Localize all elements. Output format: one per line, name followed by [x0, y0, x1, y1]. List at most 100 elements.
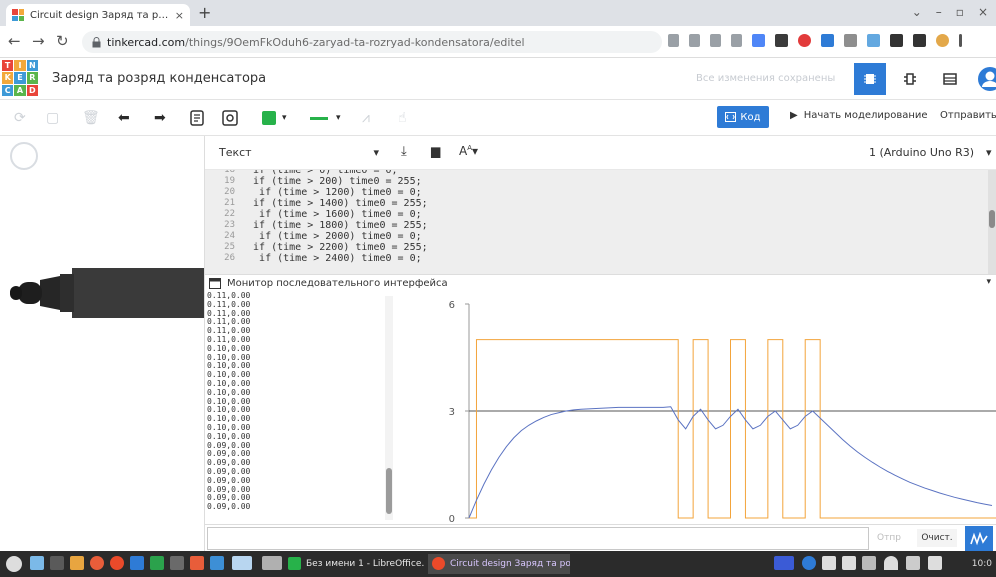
calc-icon[interactable] — [150, 556, 164, 570]
translate-icon[interactable] — [668, 34, 679, 47]
project-title[interactable]: Заряд та розряд конденсатора — [52, 71, 266, 86]
share-icon[interactable] — [710, 34, 721, 47]
close-tab-icon[interactable]: × — [175, 9, 184, 22]
code-editor[interactable]: 18 if (time > 0) time0 = 0; 19 if (time >… — [205, 170, 996, 274]
board-select[interactable]: 1 (Arduino Uno R3) ▾ — [869, 146, 992, 159]
chevron-down-icon[interactable]: ▾ — [986, 277, 991, 287]
tab-search-icon[interactable]: ⌄ — [912, 5, 922, 19]
sidebar-icon[interactable] — [913, 34, 926, 47]
library-icon[interactable]: ▆ — [431, 144, 440, 158]
taskbar-window-title: Без имени 1 - LibreOffice… — [306, 559, 424, 569]
app-icon[interactable] — [210, 556, 224, 570]
extension-icon[interactable] — [798, 34, 811, 47]
extension-icon[interactable] — [775, 34, 788, 47]
zoom-icon[interactable] — [689, 34, 700, 47]
rotate-icon[interactable]: ⟳ — [14, 108, 26, 128]
graph-toggle-icon[interactable] — [965, 526, 993, 551]
serial-log-scrollbar[interactable] — [385, 296, 393, 520]
undo-icon[interactable]: ⬅ — [118, 108, 130, 128]
extension-icon[interactable] — [821, 34, 834, 47]
wifi-icon[interactable] — [884, 556, 898, 570]
app-tray-icon[interactable] — [802, 556, 816, 570]
tinkercad-logo[interactable]: T I N K E R C A D — [2, 60, 38, 96]
inspector-icon[interactable] — [222, 108, 238, 128]
settings-icon[interactable] — [170, 556, 184, 570]
url-input[interactable]: tinkercad.com/things/9OemFkOduh6-zaryad-… — [82, 31, 662, 53]
notes-icon[interactable] — [190, 108, 204, 128]
code-button[interactable]: Код — [717, 106, 769, 128]
back-arrow-icon[interactable]: ← — [8, 32, 21, 50]
network-icon[interactable] — [906, 556, 920, 570]
schematic-view-icon[interactable] — [894, 63, 926, 95]
code-line[interactable]: 23 if (time > 1800) time0 = 255; — [205, 220, 985, 231]
redo-icon[interactable]: ➡ — [154, 108, 166, 128]
close-window-icon[interactable]: × — [978, 5, 988, 19]
download-icon[interactable]: ⤓ — [401, 144, 407, 159]
circuit-canvas[interactable] — [0, 136, 204, 551]
header-view-icons — [854, 63, 996, 95]
send-to-button[interactable]: Отправить — [940, 110, 996, 121]
logo-letter: I — [14, 60, 26, 72]
zoom-to-fit-icon[interactable] — [10, 142, 38, 170]
files-icon[interactable] — [30, 556, 44, 570]
folder-icon[interactable] — [70, 556, 84, 570]
forward-arrow-icon[interactable]: → — [32, 32, 45, 50]
keyboard-layout-icon[interactable] — [774, 556, 794, 570]
start-simulation-button[interactable]: ▶ Начать моделирование — [790, 110, 928, 121]
code-line[interactable]: 21 if (time > 1400) time0 = 255; — [205, 198, 985, 209]
chrome-icon — [432, 557, 445, 570]
shield-icon[interactable] — [862, 556, 876, 570]
delete-icon[interactable]: 🗑︎ — [82, 108, 100, 128]
chrome-icon[interactable] — [110, 556, 124, 570]
font-size-icon[interactable]: AA▾ — [459, 144, 478, 158]
workspace-switcher[interactable] — [262, 556, 282, 570]
writer-icon[interactable] — [130, 556, 144, 570]
profile-avatar[interactable] — [936, 34, 949, 47]
serial-send-button[interactable]: Отпр — [877, 533, 901, 543]
new-tab-button[interactable]: + — [198, 4, 211, 22]
code-text: if (time > 2200) time0 = 255; — [241, 242, 428, 253]
logo-letter: T — [2, 60, 14, 72]
workspace-switcher[interactable] — [232, 556, 252, 570]
code-mode-select[interactable]: Текст ▾ — [219, 146, 379, 159]
code-line[interactable]: 22 if (time > 1600) time0 = 0; — [205, 209, 985, 220]
code-line[interactable]: 25 if (time > 2200) time0 = 255; — [205, 242, 985, 253]
serial-input-field[interactable] — [207, 527, 869, 550]
circuit-view-icon[interactable] — [854, 63, 886, 95]
terminal-icon[interactable] — [50, 556, 64, 570]
code-line[interactable]: 24 if (time > 2000) time0 = 0; — [205, 231, 985, 242]
browser-icon[interactable] — [90, 556, 104, 570]
wire-type-picker[interactable]: ▾ — [310, 108, 341, 128]
taskbar-window-chrome[interactable]: Circuit design Заряд та роз… — [428, 554, 570, 574]
user-avatar-icon[interactable] — [974, 63, 996, 95]
code-line[interactable]: 19 if (time > 200) time0 = 255; — [205, 176, 985, 187]
flip-icon[interactable]: ⩘ — [362, 108, 370, 128]
code-editor-scrollbar[interactable] — [988, 170, 996, 274]
impress-icon[interactable] — [190, 556, 204, 570]
maximize-window-icon[interactable]: ▫ — [956, 5, 964, 19]
code-line[interactable]: 20 if (time > 1200) time0 = 0; — [205, 187, 985, 198]
hand-tool-icon[interactable]: ☝︎ — [398, 108, 407, 128]
taskbar-window-libreoffice[interactable]: Без имени 1 - LibreOffice… — [284, 554, 424, 574]
logo-letter: C — [2, 84, 14, 96]
extension-icon[interactable] — [752, 34, 765, 47]
code-line[interactable]: 26 if (time > 2400) time0 = 0; — [205, 253, 985, 264]
extensions-puzzle-icon[interactable] — [890, 34, 903, 47]
volume-icon[interactable] — [928, 556, 942, 570]
bookmark-star-icon[interactable] — [731, 34, 742, 47]
copy-icon[interactable]: ▢ — [46, 108, 59, 128]
browser-menu-icon[interactable] — [959, 34, 962, 47]
reload-icon[interactable]: ↻ — [56, 32, 69, 50]
serial-clear-button[interactable]: Очист. — [917, 529, 957, 547]
board-select-value: 1 (Arduino Uno R3) — [869, 146, 975, 159]
serial-log: 0.11,0.00 0.11,0.00 0.11,0.00 0.11,0.00 0.11… — [205, 292, 397, 524]
minimize-window-icon[interactable]: – — [936, 5, 942, 19]
start-menu-icon[interactable] — [6, 556, 22, 572]
component-list-icon[interactable] — [934, 63, 966, 95]
notification-icon[interactable] — [822, 556, 836, 570]
wire-color-picker[interactable]: ▾ — [262, 108, 287, 128]
extension-icon[interactable] — [867, 34, 880, 47]
extension-icon[interactable] — [844, 34, 857, 47]
clipboard-icon[interactable] — [842, 556, 856, 570]
browser-tab[interactable]: Circuit design Заряд та розр… × — [6, 4, 190, 26]
